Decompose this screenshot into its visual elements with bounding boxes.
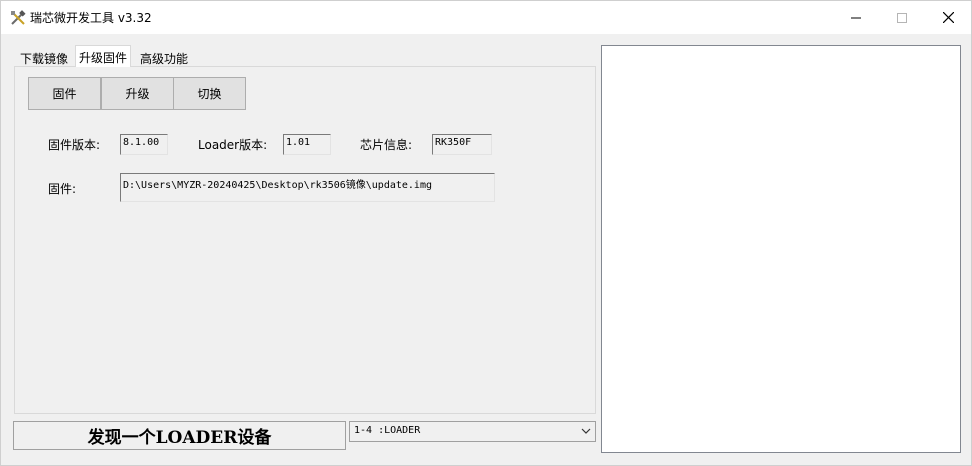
- firmware-label: 固件:: [48, 182, 77, 196]
- maximize-icon: [897, 12, 907, 23]
- upgrade-button[interactable]: 升级: [101, 77, 174, 110]
- close-button[interactable]: [925, 1, 971, 34]
- tab-download-image[interactable]: 下载镜像: [17, 48, 71, 67]
- chevron-down-icon[interactable]: [581, 426, 591, 439]
- firmware-path-field[interactable]: D:\Users\MYZR-20240425\Desktop\rk3506镜像\…: [120, 173, 495, 202]
- window-title: 瑞芯微开发工具 v3.32: [30, 11, 152, 25]
- loader-version-label: Loader版本:: [198, 138, 268, 152]
- firmware-version-label: 固件版本:: [48, 138, 101, 152]
- switch-button[interactable]: 切换: [173, 77, 246, 110]
- loader-version-field: 1.01: [283, 134, 331, 155]
- firmware-version-field: 8.1.00: [120, 134, 168, 155]
- minimize-icon: [851, 17, 861, 18]
- log-output-panel[interactable]: [601, 45, 961, 453]
- device-select-value: 1-4 :LOADER: [354, 425, 421, 436]
- upgrade-firmware-panel: [14, 66, 596, 414]
- tab-advanced-functions[interactable]: 高级功能: [137, 48, 191, 67]
- window-edge: [963, 34, 971, 465]
- title-bar[interactable]: 瑞芯微开发工具 v3.32: [1, 1, 971, 34]
- close-icon: [942, 12, 954, 23]
- status-message: 发现一个LOADER设备: [13, 421, 346, 450]
- chip-info-field: RK350F: [432, 134, 492, 155]
- tools-icon: [10, 10, 26, 26]
- tab-upgrade-firmware[interactable]: 升级固件: [75, 45, 132, 67]
- device-select[interactable]: 1-4 :LOADER: [349, 421, 596, 442]
- firmware-button[interactable]: 固件: [28, 77, 101, 110]
- minimize-button[interactable]: [833, 1, 879, 34]
- chip-info-label: 芯片信息:: [360, 138, 413, 152]
- maximize-button[interactable]: [879, 1, 925, 34]
- app-window: 瑞芯微开发工具 v3.32 下载镜像 升级固件 高级功能 固件 升级 切换 固件…: [0, 0, 972, 466]
